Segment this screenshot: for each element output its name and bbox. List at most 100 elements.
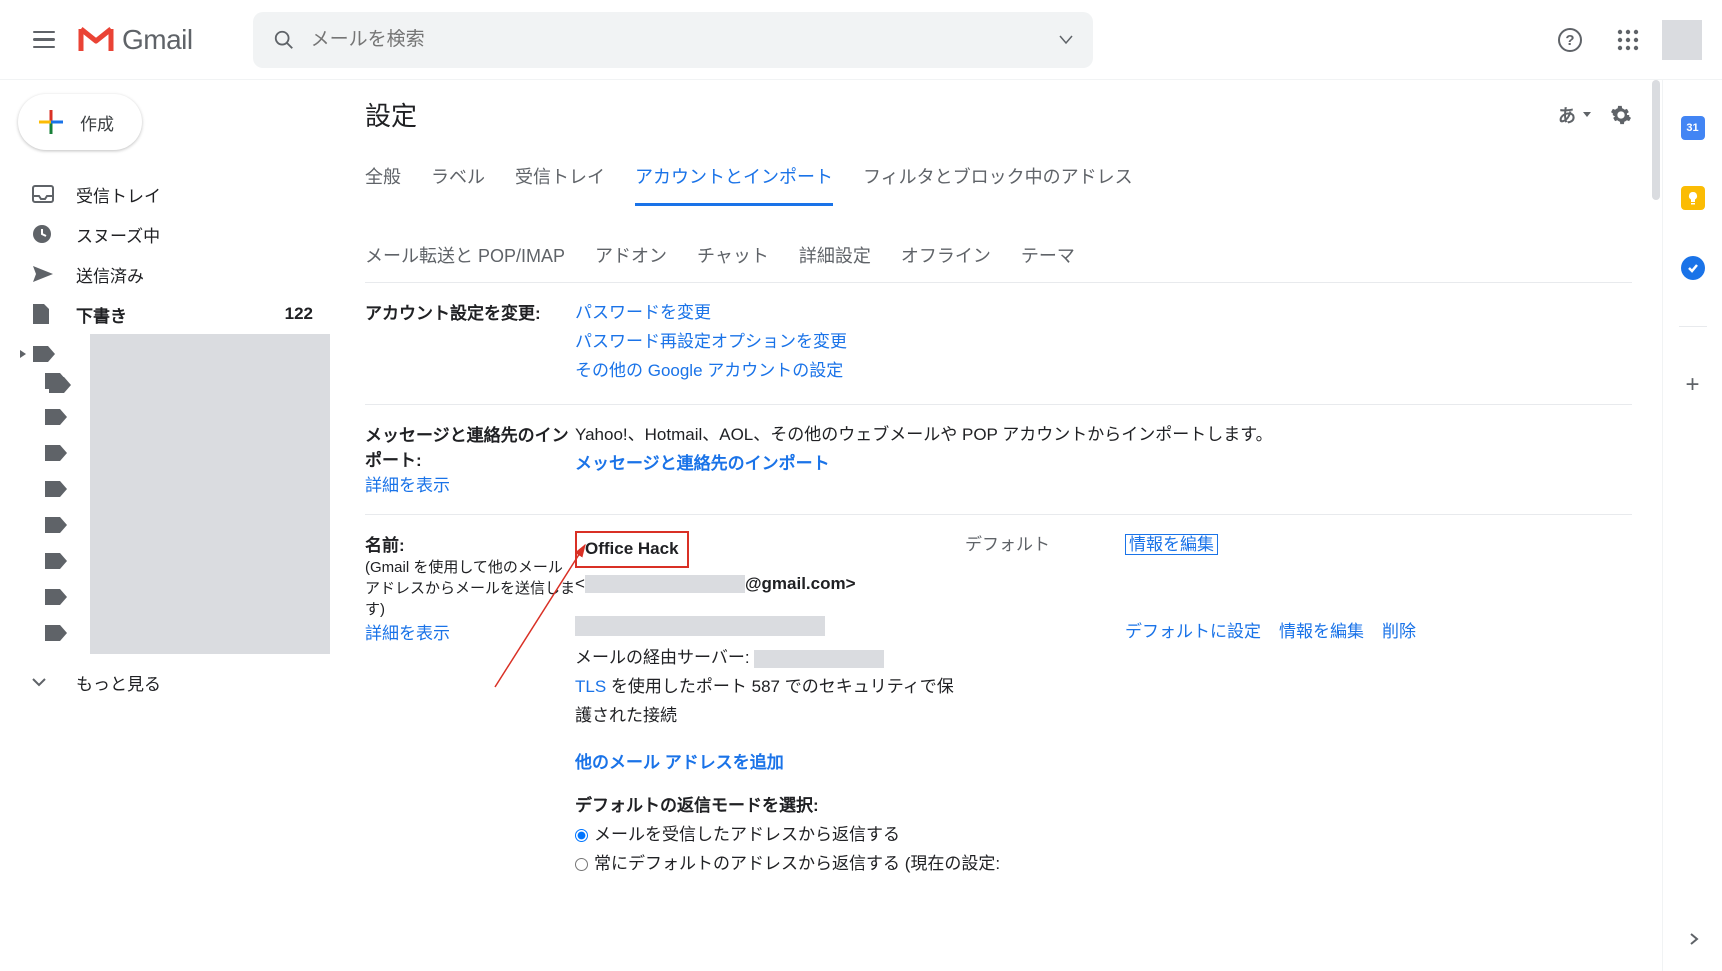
delete-link[interactable]: 削除 xyxy=(1382,618,1416,731)
link-other-settings[interactable]: その他の Google アカウントの設定 xyxy=(575,361,843,380)
tab-受信トレイ[interactable]: 受信トレイ xyxy=(515,151,605,206)
set-default-link[interactable]: デフォルトに設定 xyxy=(1125,618,1261,731)
right-side-panel: 31 + xyxy=(1662,80,1722,971)
import-learn-more-link[interactable]: 詳細を表示 xyxy=(365,476,450,495)
gmail-logo-icon xyxy=(78,26,114,54)
import-heading: メッセージと連絡先のインポート: xyxy=(365,426,569,470)
google-apps-button[interactable] xyxy=(1604,16,1652,64)
drafts-count: 122 xyxy=(285,304,313,324)
get-addons-button[interactable]: + xyxy=(1681,373,1705,397)
label-icon[interactable] xyxy=(44,516,68,534)
label-icon[interactable] xyxy=(44,408,68,426)
link-change-password[interactable]: パスワードを変更 xyxy=(575,303,711,322)
primary-name-highlighted: Office Hack xyxy=(575,531,689,568)
nav-sent[interactable]: 送信済み xyxy=(0,254,335,294)
tls-desc: を使用したポート 587 でのセキュリティで保護された接続 xyxy=(575,677,954,725)
apps-grid-icon xyxy=(1617,29,1639,51)
section-import: メッセージと連絡先のインポート: 詳細を表示 Yahoo!、Hotmail、AO… xyxy=(365,405,1632,515)
expand-caret[interactable] xyxy=(14,349,32,359)
inbox-icon xyxy=(32,185,54,203)
default-badge: デフォルト xyxy=(965,531,1125,599)
label-icon[interactable] xyxy=(44,624,68,642)
email-domain: @gmail.com> xyxy=(745,574,856,593)
labels-placeholder-redacted xyxy=(90,334,330,654)
support-button[interactable]: ? xyxy=(1546,16,1594,64)
reply-mode-label-2: 常にデフォルトのアドレスから返信する (現在の設定: xyxy=(594,850,1000,879)
search-icon xyxy=(273,29,295,51)
left-sidebar: 作成 受信トレイ スヌーズ中 送信済み 下書き 122 xyxy=(0,80,335,971)
add-address-link[interactable]: 他のメール アドレスを追加 xyxy=(575,753,784,772)
nav-drafts[interactable]: 下書き 122 xyxy=(0,294,335,334)
import-action-link[interactable]: メッセージと連絡先のインポート xyxy=(575,454,830,473)
main-menu-button[interactable] xyxy=(20,16,68,64)
label-icon[interactable] xyxy=(44,444,68,462)
help-icon: ? xyxy=(1557,27,1583,53)
show-more-button[interactable]: もっと見る xyxy=(0,662,335,702)
nav-inbox[interactable]: 受信トレイ xyxy=(0,174,335,214)
input-tool-toggle[interactable]: あ xyxy=(1558,102,1576,128)
tab-オフライン[interactable]: オフライン xyxy=(901,230,991,282)
search-options-dropdown-icon[interactable] xyxy=(1059,35,1073,45)
tls-link[interactable]: TLS xyxy=(575,677,606,696)
collapse-panel-button[interactable] xyxy=(1681,927,1705,951)
reply-mode-radio-received[interactable] xyxy=(575,829,588,842)
clock-icon xyxy=(32,224,52,244)
import-desc: Yahoo!、Hotmail、AOL、その他のウェブメールや POP アカウント… xyxy=(575,425,1273,444)
nav-drafts-label: 下書き xyxy=(76,302,127,327)
search-input[interactable] xyxy=(311,29,1059,51)
label-icon[interactable] xyxy=(44,372,68,390)
tab-アドオン[interactable]: アドオン xyxy=(595,230,667,282)
tasks-addon-icon[interactable] xyxy=(1681,256,1705,280)
label-icon[interactable] xyxy=(44,480,68,498)
show-more-label: もっと見る xyxy=(76,670,161,695)
tab-詳細設定[interactable]: 詳細設定 xyxy=(799,230,871,282)
mail-server-label: メールの経由サーバー: xyxy=(575,648,750,667)
calendar-addon-icon[interactable]: 31 xyxy=(1681,116,1705,140)
drafts-icon xyxy=(32,303,50,325)
main-content: 設定 あ 全般ラベル受信トレイアカウントとインポートフィルタとブロック中のアドレ… xyxy=(335,80,1662,971)
alias-redacted xyxy=(575,616,825,636)
reply-mode-radio-default[interactable] xyxy=(575,858,588,871)
section-send-as: 名前: (Gmail を使用して他のメール アドレスからメールを送信します) 詳… xyxy=(365,515,1632,897)
gmail-logo[interactable]: Gmail xyxy=(78,24,193,56)
name-heading: 名前: xyxy=(365,536,405,555)
nav-inbox-label: 受信トレイ xyxy=(76,182,161,207)
dropdown-caret-icon[interactable] xyxy=(1582,111,1592,119)
nav-snoozed-label: スヌーズ中 xyxy=(76,222,160,247)
edit-info-link-alias[interactable]: 情報を編集 xyxy=(1279,618,1364,731)
email-open: < xyxy=(575,574,585,593)
account-avatar[interactable] xyxy=(1662,20,1702,60)
tab-フィルタとブロック中のアドレス[interactable]: フィルタとブロック中のアドレス xyxy=(863,151,1133,206)
edit-info-link-primary[interactable]: 情報を編集 xyxy=(1125,534,1218,555)
compose-button[interactable]: 作成 xyxy=(18,94,142,150)
compose-label: 作成 xyxy=(80,110,114,135)
reply-mode-label-1: メールを受信したアドレスから返信する xyxy=(594,821,900,850)
tab-メール転送と POP/IMAP[interactable]: メール転送と POP/IMAP xyxy=(365,230,565,282)
server-redacted xyxy=(754,650,884,668)
tab-全般[interactable]: 全般 xyxy=(365,151,401,206)
nav-snoozed[interactable]: スヌーズ中 xyxy=(0,214,335,254)
account-change-heading: アカウント設定を変更: xyxy=(365,304,541,323)
name-learn-more-link[interactable]: 詳細を表示 xyxy=(365,624,450,643)
link-change-recovery[interactable]: パスワード再設定オプションを変更 xyxy=(575,332,847,351)
settings-gear-icon[interactable] xyxy=(1610,104,1632,126)
compose-plus-icon xyxy=(36,107,66,137)
keep-addon-icon[interactable] xyxy=(1681,186,1705,210)
label-icon[interactable] xyxy=(32,345,56,363)
section-account-change: アカウント設定を変更: パスワードを変更 パスワード再設定オプションを変更 その… xyxy=(365,283,1632,405)
search-bar[interactable] xyxy=(253,12,1093,68)
scrollbar-thumb[interactable] xyxy=(1652,80,1660,200)
tab-アカウントとインポート[interactable]: アカウントとインポート xyxy=(635,151,833,206)
tab-テーマ[interactable]: テーマ xyxy=(1021,230,1075,282)
page-title: 設定 xyxy=(365,96,417,133)
reply-mode-heading: デフォルトの返信モードを選択: xyxy=(575,792,1632,821)
label-icon[interactable] xyxy=(44,588,68,606)
name-sub: (Gmail を使用して他のメール アドレスからメールを送信します) xyxy=(365,559,575,618)
email-redacted xyxy=(585,575,745,593)
tab-ラベル[interactable]: ラベル xyxy=(431,151,485,206)
label-icon[interactable] xyxy=(44,552,68,570)
tab-チャット[interactable]: チャット xyxy=(697,230,769,282)
nav-sent-label: 送信済み xyxy=(76,262,144,287)
settings-tabs: 全般ラベル受信トレイアカウントとインポートフィルタとブロック中のアドレスメール転… xyxy=(365,151,1632,283)
chevron-down-icon xyxy=(32,677,46,687)
